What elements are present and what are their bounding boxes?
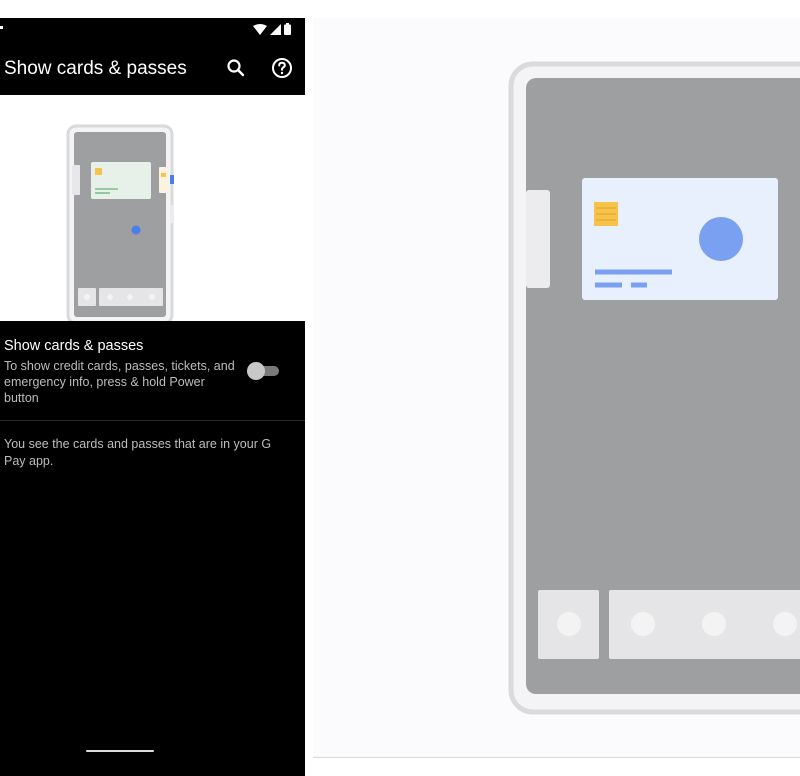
wifi-icon <box>253 23 267 35</box>
status-icons <box>253 23 291 35</box>
help-icon <box>272 58 292 78</box>
show-cards-toggle[interactable] <box>247 361 281 381</box>
page-title: Show cards & passes <box>4 58 187 79</box>
setting-title: Show cards & passes <box>4 338 144 354</box>
home-indicator[interactable] <box>86 750 154 752</box>
battery-icon <box>284 23 291 35</box>
status-bar <box>0 18 305 42</box>
panel-bottom-border <box>313 757 800 758</box>
phone-screen: Show cards & passes Show cards & passes … <box>0 18 305 776</box>
status-dot <box>0 26 3 29</box>
cellular-icon <box>270 23 281 35</box>
zoomed-illustration <box>313 18 800 758</box>
show-cards-setting[interactable]: Show cards & passes To show credit cards… <box>0 321 305 421</box>
gesture-illustration <box>0 95 305 325</box>
toggle-thumb <box>247 362 265 380</box>
search-icon <box>227 59 245 77</box>
setting-description: To show credit cards, passes, tickets, a… <box>4 359 235 405</box>
zoomed-phone-illustration <box>508 61 800 715</box>
help-button[interactable] <box>270 56 294 80</box>
search-button[interactable] <box>224 56 248 80</box>
divider <box>0 420 305 421</box>
phone-illustration <box>66 124 174 325</box>
app-bar: Show cards & passes <box>0 42 305 95</box>
info-text: You see the cards and passes that are in… <box>4 437 272 468</box>
